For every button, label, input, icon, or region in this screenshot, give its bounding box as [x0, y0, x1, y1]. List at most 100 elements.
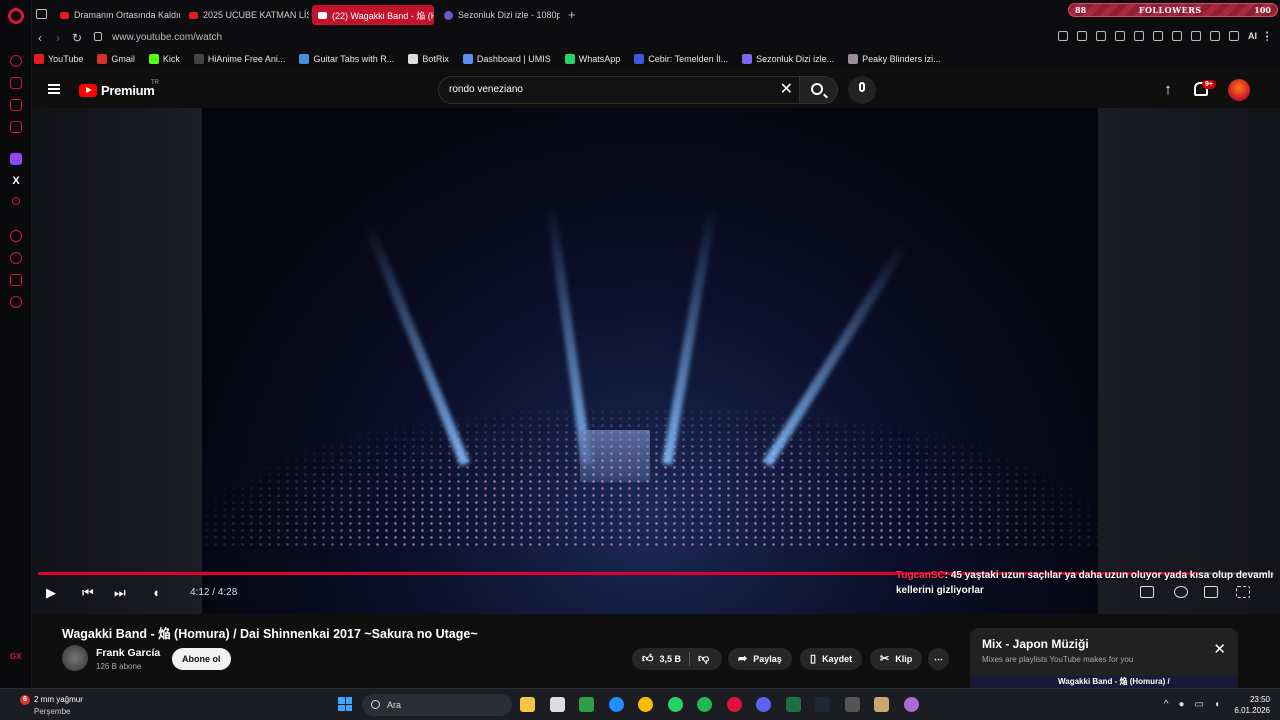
miniplayer-icon[interactable]: [1204, 586, 1218, 598]
discord-icon[interactable]: [756, 697, 771, 712]
fullscreen-icon[interactable]: [1236, 586, 1250, 598]
music-icon[interactable]: [12, 197, 20, 205]
player-icon[interactable]: [10, 230, 22, 242]
bag-icon[interactable]: [10, 77, 22, 89]
url-field[interactable]: www.youtube.com/watch: [112, 31, 222, 45]
lock-icon[interactable]: [94, 32, 102, 41]
download-icon[interactable]: [1229, 31, 1239, 41]
play-button-icon[interactable]: ▶: [46, 585, 56, 601]
thumbs-up-icon[interactable]: 👍︎: [642, 653, 654, 665]
news-icon[interactable]: [10, 121, 22, 133]
channel-name[interactable]: Frank García: [96, 647, 160, 659]
youtube-premium-logo[interactable]: Premium TR: [79, 80, 159, 98]
hamburger-menu-icon[interactable]: [48, 84, 60, 94]
tab-1[interactable]: Dramanın Ortasında Kaldım: [54, 5, 180, 25]
new-tab-button[interactable]: +: [568, 8, 576, 21]
search-button[interactable]: [800, 76, 838, 104]
opera-gx-logo-icon[interactable]: [8, 8, 24, 24]
opera-gx-icon[interactable]: [726, 697, 742, 712]
speed-dial-icon[interactable]: [10, 55, 22, 67]
mix-title[interactable]: Mix - Japon Müziği: [982, 637, 1089, 651]
tab-2[interactable]: 2025 UCUBE KATMAN LİS: [183, 5, 309, 25]
volume-icon[interactable]: ◖: [152, 585, 160, 601]
upload-icon[interactable]: ↑: [1162, 82, 1174, 97]
xbox-icon[interactable]: [579, 697, 594, 712]
obs-icon[interactable]: [844, 697, 860, 712]
twitch-icon[interactable]: [10, 153, 22, 165]
channel-avatar[interactable]: [62, 645, 88, 671]
voice-search-button[interactable]: [848, 76, 876, 104]
bookmark-item[interactable]: WhatsApp: [564, 54, 620, 64]
bookmark-item[interactable]: Dashboard | UMIS: [462, 54, 551, 64]
taskbar-search-input[interactable]: Ara: [387, 700, 401, 710]
tab-4[interactable]: Sezonluk Dizi izle - 1080p: [438, 5, 560, 25]
clip-button[interactable]: ✂ Klip: [870, 648, 923, 670]
history-icon[interactable]: [10, 252, 22, 264]
chrome-icon[interactable]: [638, 697, 653, 712]
video-frame[interactable]: [202, 108, 1098, 614]
adblock-icon[interactable]: [1115, 31, 1125, 41]
avatar[interactable]: [1228, 79, 1250, 101]
file-explorer-icon[interactable]: [520, 697, 535, 712]
league-icon[interactable]: [874, 697, 889, 712]
bookmark-item[interactable]: BotRix: [408, 54, 449, 64]
whatsapp-icon[interactable]: [667, 697, 683, 712]
bookmark-item[interactable]: Cebir: Temelden İl...: [634, 54, 728, 64]
taskbar-search[interactable]: Ara: [362, 694, 512, 716]
spotify-icon[interactable]: [697, 697, 712, 712]
search-box[interactable]: rondo veneziano ✕: [438, 76, 800, 104]
close-icon[interactable]: ✕: [1213, 642, 1226, 657]
chevron-up-icon[interactable]: ^: [1164, 699, 1169, 711]
reload-icon[interactable]: ↻: [72, 31, 82, 45]
save-button[interactable]: ▯ Kaydet: [800, 648, 863, 670]
bookmark-item[interactable]: YouTube: [34, 54, 83, 64]
snapshot-icon[interactable]: [1077, 31, 1087, 41]
bookmark-item[interactable]: Sezonluk Dizi izle...: [742, 54, 834, 64]
excel-icon[interactable]: [785, 697, 801, 712]
back-icon[interactable]: ‹: [38, 31, 42, 45]
bookmark-item[interactable]: Peaky Blinders izi...: [848, 54, 941, 64]
thumbs-down-icon[interactable]: 👎︎: [698, 653, 709, 665]
messenger-icon[interactable]: [10, 99, 22, 111]
clear-search-icon[interactable]: ✕: [780, 81, 793, 99]
edge-icon[interactable]: [608, 697, 624, 712]
extensions-puzzle-icon[interactable]: [1191, 31, 1201, 41]
search-input[interactable]: rondo veneziano: [449, 84, 523, 95]
shield-icon[interactable]: [1153, 31, 1163, 41]
network-icon[interactable]: ▭: [1195, 699, 1204, 711]
forward-icon[interactable]: ›: [56, 31, 60, 45]
x-twitter-icon[interactable]: X: [10, 175, 22, 187]
video-player[interactable]: ▶ ⏮ ⏭ ◖ 4:12 / 4:28 TugcanSC: 45 yaştaki…: [32, 108, 1280, 614]
subscribe-button[interactable]: Abone ol: [172, 648, 231, 670]
bookmark-item[interactable]: Guitar Tabs with R...: [299, 54, 394, 64]
bookmark-icon[interactable]: [1058, 31, 1068, 41]
bookmark-item[interactable]: Kick: [148, 54, 180, 64]
sync-icon[interactable]: [1210, 31, 1220, 41]
more-actions-button[interactable]: ⋯: [928, 648, 949, 670]
settings-icon[interactable]: [10, 296, 22, 308]
tab-3-active[interactable]: (22) Wagakki Band - 焔 (H: [312, 5, 434, 25]
next-icon[interactable]: ⏭: [114, 585, 126, 601]
menu-icon[interactable]: [1266, 31, 1270, 41]
previous-icon[interactable]: ⏮: [82, 585, 94, 601]
settings-gear-icon[interactable]: [1174, 586, 1188, 598]
bookmark-item[interactable]: HiAnime Free Ani...: [193, 54, 285, 64]
extensions-icon[interactable]: [10, 274, 22, 286]
speaker-icon[interactable]: ◖: [1214, 699, 1220, 711]
steam-icon[interactable]: [815, 697, 830, 712]
tab-menu-icon[interactable]: [36, 9, 47, 19]
subtitles-icon[interactable]: [1140, 586, 1154, 598]
bookmark-item[interactable]: Gmail: [97, 54, 135, 64]
playlist-item[interactable]: Wagakki Band - 焔 (Homura) /: [970, 676, 1238, 688]
like-count[interactable]: 3,5 B: [660, 654, 682, 664]
share-button[interactable]: ➦ Paylaş: [728, 648, 792, 670]
store-icon[interactable]: [549, 697, 565, 712]
aria-ai-button[interactable]: AI: [1248, 31, 1257, 42]
clock[interactable]: 23:50 6.01.2026: [1234, 694, 1270, 716]
windows-start-icon[interactable]: [338, 697, 352, 711]
play-icon[interactable]: [1134, 31, 1144, 41]
vpn-icon[interactable]: [1096, 31, 1106, 41]
media-player-icon[interactable]: [903, 697, 919, 712]
microphone-icon[interactable]: ●: [1178, 699, 1184, 711]
heart-icon[interactable]: [1172, 31, 1182, 41]
